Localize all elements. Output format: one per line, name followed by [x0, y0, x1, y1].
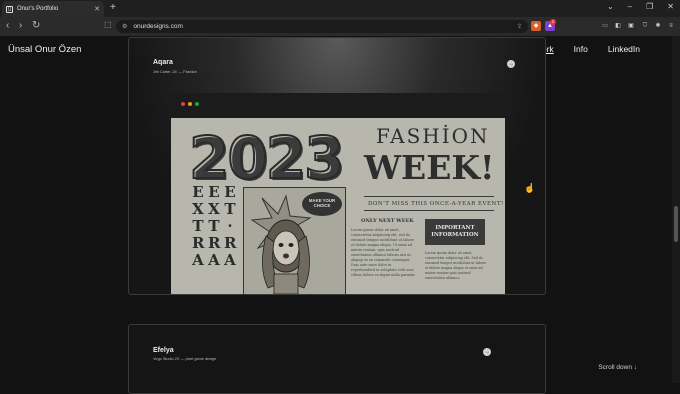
page-content: Ünsal Onur Özen Work Info LinkedIn Aqara…	[0, 36, 680, 394]
tab-onurs-portfolio[interactable]: [] Onur's Portfolio ✕	[2, 1, 104, 17]
window-dots	[181, 102, 199, 106]
tab-bar: [] Onur's Portfolio ✕ + ⌄ – ❐ ✕	[0, 0, 680, 17]
reload-icon[interactable]: ↻	[32, 20, 40, 31]
fashion-poster: 2023 2023 FASHİON WEEK! DON'T MISS THIS …	[171, 118, 505, 294]
minimize-icon[interactable]: –	[628, 2, 632, 11]
divider	[364, 210, 494, 211]
window-controls: ⌄ – ❐ ✕	[607, 2, 674, 11]
poster-year: 2023	[188, 123, 345, 193]
bookmark-icon[interactable]: ⬚	[104, 20, 112, 29]
comic-illustration: MAKE YOUR CHOICE	[243, 187, 346, 294]
divider	[364, 196, 494, 197]
tab-title: Onur's Portfolio	[17, 6, 59, 12]
site-favicon-icon: []	[6, 5, 13, 13]
scroll-thumb[interactable]	[674, 206, 678, 242]
back-icon[interactable]: ‹	[6, 20, 9, 31]
project-subtitle: Jim Carter, 24' — Fashion	[153, 70, 197, 74]
new-tab-button[interactable]: +	[110, 2, 116, 13]
green-dot-icon	[195, 102, 199, 106]
project-title: Aqara	[153, 59, 173, 66]
poster-letter-column: E X T R A	[192, 183, 205, 269]
nav-linkedin[interactable]: LinkedIn	[608, 44, 640, 54]
menu-icon[interactable]: ≡	[666, 21, 676, 31]
url-text[interactable]: onurdesigns.com	[133, 23, 511, 30]
forward-icon[interactable]: ›	[19, 20, 22, 31]
poster-week: WEEK!	[364, 148, 495, 187]
project-preview: 2023 2023 FASHİON WEEK! DON'T MISS THIS …	[171, 93, 505, 294]
poster-speech-bubble: MAKE YOUR CHOICE	[302, 192, 342, 216]
wallet-icon[interactable]: ▣	[626, 21, 636, 31]
share-icon[interactable]: ⇪	[517, 23, 522, 30]
page-scrollbar[interactable]	[672, 36, 680, 383]
brave-shield-icon[interactable]: ◆	[531, 21, 541, 31]
project-title: Efelya	[153, 347, 174, 354]
poster-fashion: FASHİON	[376, 124, 490, 148]
leo-icon[interactable]: ✺	[653, 21, 663, 31]
red-dot-icon	[181, 102, 185, 106]
address-bar[interactable]: ⚙ onurdesigns.com ⇪	[116, 20, 528, 33]
project-subtitle: Virgo Studio 23' — pixel game design	[153, 357, 217, 361]
poster-only-next-week: ONLY NEXT WEEK	[361, 218, 414, 224]
poster-dont-miss: DON'T MISS THIS ONCE-A-YEAR EVENT!	[368, 201, 504, 207]
site-nav: Work Info LinkedIn	[534, 44, 640, 54]
nav-info[interactable]: Info	[574, 44, 588, 54]
open-project-icon[interactable]: →	[507, 60, 515, 68]
poster-important-info: IMPORTANT INFORMATION	[425, 219, 485, 245]
project-card-aqara[interactable]: Aqara Jim Carter, 24' — Fashion → 2023 2…	[128, 37, 546, 295]
browser-toolbar: ‹ › ↻ ⬚ ⚙ onurdesigns.com ⇪ ◆ ▲ 2 ▭ ◧ ▣ …	[0, 17, 680, 36]
close-window-icon[interactable]: ✕	[667, 2, 674, 11]
scroll-down-hint[interactable]: Scroll down ↓	[598, 364, 637, 371]
tab-list-icon[interactable]: ⌄	[607, 2, 614, 11]
close-tab-icon[interactable]: ✕	[94, 5, 100, 13]
open-project-icon[interactable]: →	[483, 348, 491, 356]
sidebar-icon[interactable]: ▭	[600, 21, 610, 31]
poster-body-text: Lorem ipsum dolor sit amet, consectetur …	[351, 228, 416, 277]
extension-badge: 2	[550, 19, 556, 25]
vpn-icon[interactable]: ⛉	[640, 21, 650, 31]
yellow-dot-icon	[188, 102, 192, 106]
project-card-efelya[interactable]: Efelya Virgo Studio 23' — pixel game des…	[128, 324, 546, 394]
poster-info-text: Lorem ipsum dolor sit amet, consectetur …	[425, 251, 487, 280]
poster-letter-column: E X T R A	[208, 183, 221, 269]
site-logo[interactable]: Ünsal Onur Özen	[8, 44, 81, 55]
site-info-icon[interactable]: ⚙	[122, 23, 127, 30]
split-view-icon[interactable]: ◧	[613, 21, 623, 31]
maximize-icon[interactable]: ❐	[646, 2, 653, 11]
poster-letter-column: E T · R A	[224, 183, 237, 269]
mouse-cursor-icon: ☝	[524, 183, 536, 193]
